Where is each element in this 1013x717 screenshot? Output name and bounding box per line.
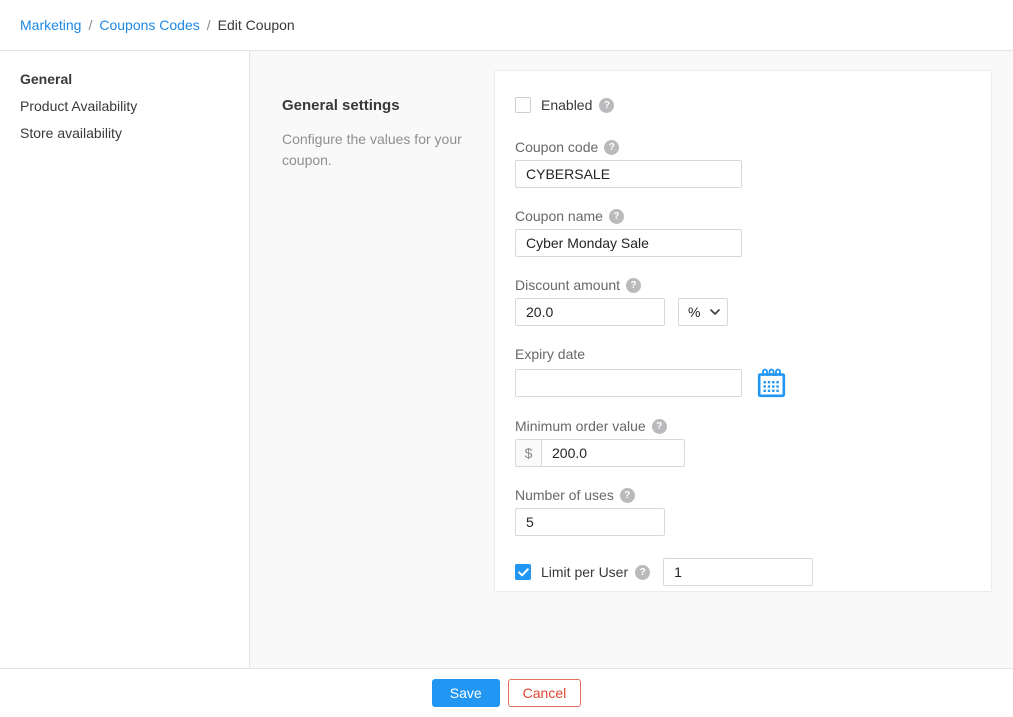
footer-bar: Save Cancel <box>0 668 1013 717</box>
limit-per-user-label: Limit per User <box>541 564 628 580</box>
discount-amount-field: Discount amount ? % <box>515 277 971 326</box>
minimum-order-value-input[interactable] <box>542 440 684 466</box>
limit-per-user-checkbox[interactable] <box>515 564 531 580</box>
breadcrumb-bar: Marketing / Coupons Codes / Edit Coupon <box>0 0 1013 51</box>
coupon-code-input[interactable] <box>515 160 742 188</box>
section-title: General settings <box>282 97 478 114</box>
number-of-uses-input[interactable] <box>515 508 665 536</box>
help-icon[interactable]: ? <box>652 419 667 434</box>
number-of-uses-field: Number of uses ? <box>515 487 971 536</box>
content-area: General Product Availability Store avail… <box>0 51 1013 668</box>
limit-per-user-input[interactable] <box>663 558 813 586</box>
cancel-button[interactable]: Cancel <box>508 679 582 707</box>
coupon-name-input[interactable] <box>515 229 742 257</box>
sidebar: General Product Availability Store avail… <box>0 51 250 668</box>
help-icon[interactable]: ? <box>635 565 650 580</box>
breadcrumb-separator: / <box>207 17 211 33</box>
discount-unit-value: % <box>688 304 700 320</box>
expiry-date-field: Expiry date <box>515 346 971 398</box>
coupon-code-field: Coupon code ? <box>515 139 971 188</box>
expiry-date-input[interactable] <box>515 369 742 397</box>
limit-per-user-field: Limit per User ? <box>515 558 971 586</box>
section-info: General settings Configure the values fo… <box>282 97 478 171</box>
enabled-label: Enabled <box>541 97 592 113</box>
expiry-date-label: Expiry date <box>515 346 585 362</box>
help-icon[interactable]: ? <box>609 209 624 224</box>
coupon-name-field: Coupon name ? <box>515 208 971 257</box>
checkmark-icon <box>518 568 529 577</box>
edit-coupon-page: Marketing / Coupons Codes / Edit Coupon … <box>0 0 1013 717</box>
currency-symbol: $ <box>516 440 542 466</box>
general-settings-card: Enabled ? Coupon code ? Coupon name ? <box>494 70 992 592</box>
number-of-uses-label: Number of uses <box>515 487 614 503</box>
discount-unit-select[interactable]: % <box>678 298 728 326</box>
breadcrumb-current-edit-coupon: Edit Coupon <box>218 17 295 33</box>
breadcrumb-link-coupons-codes[interactable]: Coupons Codes <box>99 17 199 33</box>
discount-amount-label: Discount amount <box>515 277 620 293</box>
enabled-checkbox[interactable] <box>515 97 531 113</box>
minimum-order-value-label: Minimum order value <box>515 418 646 434</box>
coupon-code-label: Coupon code <box>515 139 598 155</box>
minimum-order-value-field: Minimum order value ? $ <box>515 418 971 467</box>
breadcrumb-separator: / <box>88 17 92 33</box>
help-icon[interactable]: ? <box>604 140 619 155</box>
breadcrumb: Marketing / Coupons Codes / Edit Coupon <box>20 17 295 33</box>
help-icon[interactable]: ? <box>599 98 614 113</box>
calendar-icon[interactable] <box>757 367 786 398</box>
sidebar-item-general[interactable]: General <box>0 66 249 93</box>
breadcrumb-link-marketing[interactable]: Marketing <box>20 17 81 33</box>
enabled-field: Enabled ? <box>515 97 971 113</box>
discount-amount-input[interactable] <box>515 298 665 326</box>
save-button[interactable]: Save <box>432 679 500 707</box>
chevron-down-icon <box>710 309 720 315</box>
help-icon[interactable]: ? <box>626 278 641 293</box>
sidebar-item-store-availability[interactable]: Store availability <box>0 120 249 147</box>
coupon-name-label: Coupon name <box>515 208 603 224</box>
help-icon[interactable]: ? <box>620 488 635 503</box>
sidebar-item-product-availability[interactable]: Product Availability <box>0 93 249 120</box>
section-description: Configure the values for your coupon. <box>282 129 478 171</box>
main-panel: General settings Configure the values fo… <box>250 51 1013 668</box>
